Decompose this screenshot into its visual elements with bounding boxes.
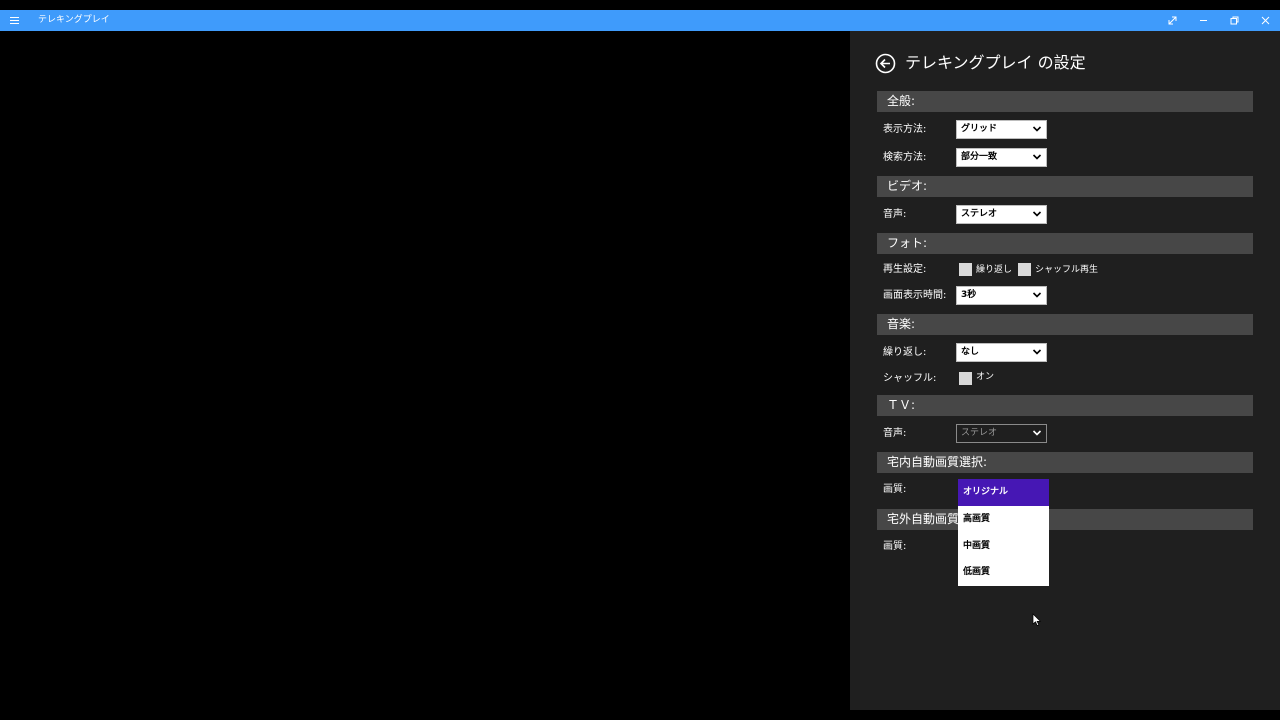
section-header-photo: フォト: xyxy=(877,233,1253,254)
music-repeat-label: 繰り返し: xyxy=(883,347,927,358)
hamburger-icon[interactable] xyxy=(10,13,20,27)
section-header-tv: ＴＶ: xyxy=(877,395,1253,416)
select-value: 3秒 xyxy=(961,290,977,300)
dropdown-option-high[interactable]: 高画質 xyxy=(958,506,1049,533)
search-method-select[interactable]: 部分一致 xyxy=(956,148,1047,167)
option-label: オリジナル xyxy=(963,487,1009,497)
music-repeat-select[interactable]: なし xyxy=(956,343,1047,362)
option-label: 低画質 xyxy=(963,567,991,577)
chevron-down-icon xyxy=(1032,430,1042,436)
tv-audio-select: ステレオ xyxy=(956,424,1047,443)
photo-playback-label: 再生設定: xyxy=(883,264,927,275)
music-shuffle-label: シャッフル: xyxy=(883,373,937,384)
display-method-select[interactable]: グリッド xyxy=(956,120,1047,139)
mouse-cursor-icon xyxy=(1032,613,1042,627)
select-value: 部分一致 xyxy=(961,152,998,162)
photo-duration-label: 画面表示時間: xyxy=(883,290,947,301)
section-label: フォト: xyxy=(887,236,928,250)
section-label: 宅外自動画質 xyxy=(887,512,960,526)
dropdown-option-medium[interactable]: 中画質 xyxy=(958,533,1049,560)
photo-duration-select[interactable]: 3秒 xyxy=(956,286,1047,305)
away-quality-label: 画質: xyxy=(883,541,907,552)
tv-audio-label: 音声: xyxy=(883,428,907,439)
bottom-letterbox xyxy=(0,710,1280,720)
section-label: ビデオ: xyxy=(887,179,928,193)
option-label: 高画質 xyxy=(963,514,991,524)
photo-repeat-label: 繰り返し xyxy=(976,265,1013,275)
option-label: 中画質 xyxy=(963,541,991,551)
back-arrow-icon[interactable] xyxy=(875,53,896,74)
select-value: ステレオ xyxy=(961,428,998,438)
section-header-music: 音楽: xyxy=(877,314,1253,335)
chevron-down-icon xyxy=(1032,292,1042,298)
minimize-icon[interactable] xyxy=(1188,10,1218,31)
top-letterbox xyxy=(0,0,1280,10)
photo-repeat-checkbox[interactable] xyxy=(959,263,972,276)
photo-shuffle-label: シャッフル再生 xyxy=(1035,265,1099,275)
section-header-away-quality: 宅外自動画質 xyxy=(877,509,1253,530)
section-label: ＴＶ: xyxy=(887,398,916,412)
select-value: なし xyxy=(961,347,980,357)
section-header-video: ビデオ: xyxy=(877,176,1253,197)
dropdown-option-original[interactable]: オリジナル xyxy=(958,479,1049,506)
chevron-down-icon xyxy=(1032,211,1042,217)
select-value: グリッド xyxy=(961,124,998,134)
chevron-down-icon xyxy=(1032,126,1042,132)
section-header-general: 全般: xyxy=(877,91,1253,112)
app-title: テレキングプレイ xyxy=(38,15,110,25)
quality-dropdown-list[interactable]: オリジナル 高画質 中画質 低画質 xyxy=(958,479,1049,586)
music-shuffle-checkbox[interactable] xyxy=(959,372,972,385)
dropdown-option-low[interactable]: 低画質 xyxy=(958,559,1049,586)
chevron-down-icon xyxy=(1032,154,1042,160)
restore-icon[interactable] xyxy=(1219,10,1249,31)
video-audio-select[interactable]: ステレオ xyxy=(956,205,1047,224)
section-label: 全般: xyxy=(887,94,916,108)
music-shuffle-on-label: オン xyxy=(976,372,995,382)
search-method-label: 検索方法: xyxy=(883,152,927,163)
section-header-home-quality: 宅内自動画質選択: xyxy=(877,452,1253,473)
section-label: 宅内自動画質選択: xyxy=(887,455,988,469)
photo-shuffle-checkbox[interactable] xyxy=(1018,263,1031,276)
screen: テレキングプレイ テレキングプレイ の設定 全般: 表示方法: グリッド 検索方… xyxy=(0,0,1280,720)
title-bar: テレキングプレイ xyxy=(0,10,1280,31)
display-method-label: 表示方法: xyxy=(883,124,927,135)
panel-title: テレキングプレイ の設定 xyxy=(905,53,1086,72)
video-audio-label: 音声: xyxy=(883,209,907,220)
fullscreen-icon[interactable] xyxy=(1157,10,1187,31)
section-label: 音楽: xyxy=(887,317,916,331)
home-quality-label: 画質: xyxy=(883,484,907,495)
chevron-down-icon xyxy=(1032,349,1042,355)
close-icon[interactable] xyxy=(1250,10,1280,31)
settings-panel: テレキングプレイ の設定 全般: 表示方法: グリッド 検索方法: 部分一致 ビ… xyxy=(850,31,1280,710)
select-value: ステレオ xyxy=(961,209,998,219)
